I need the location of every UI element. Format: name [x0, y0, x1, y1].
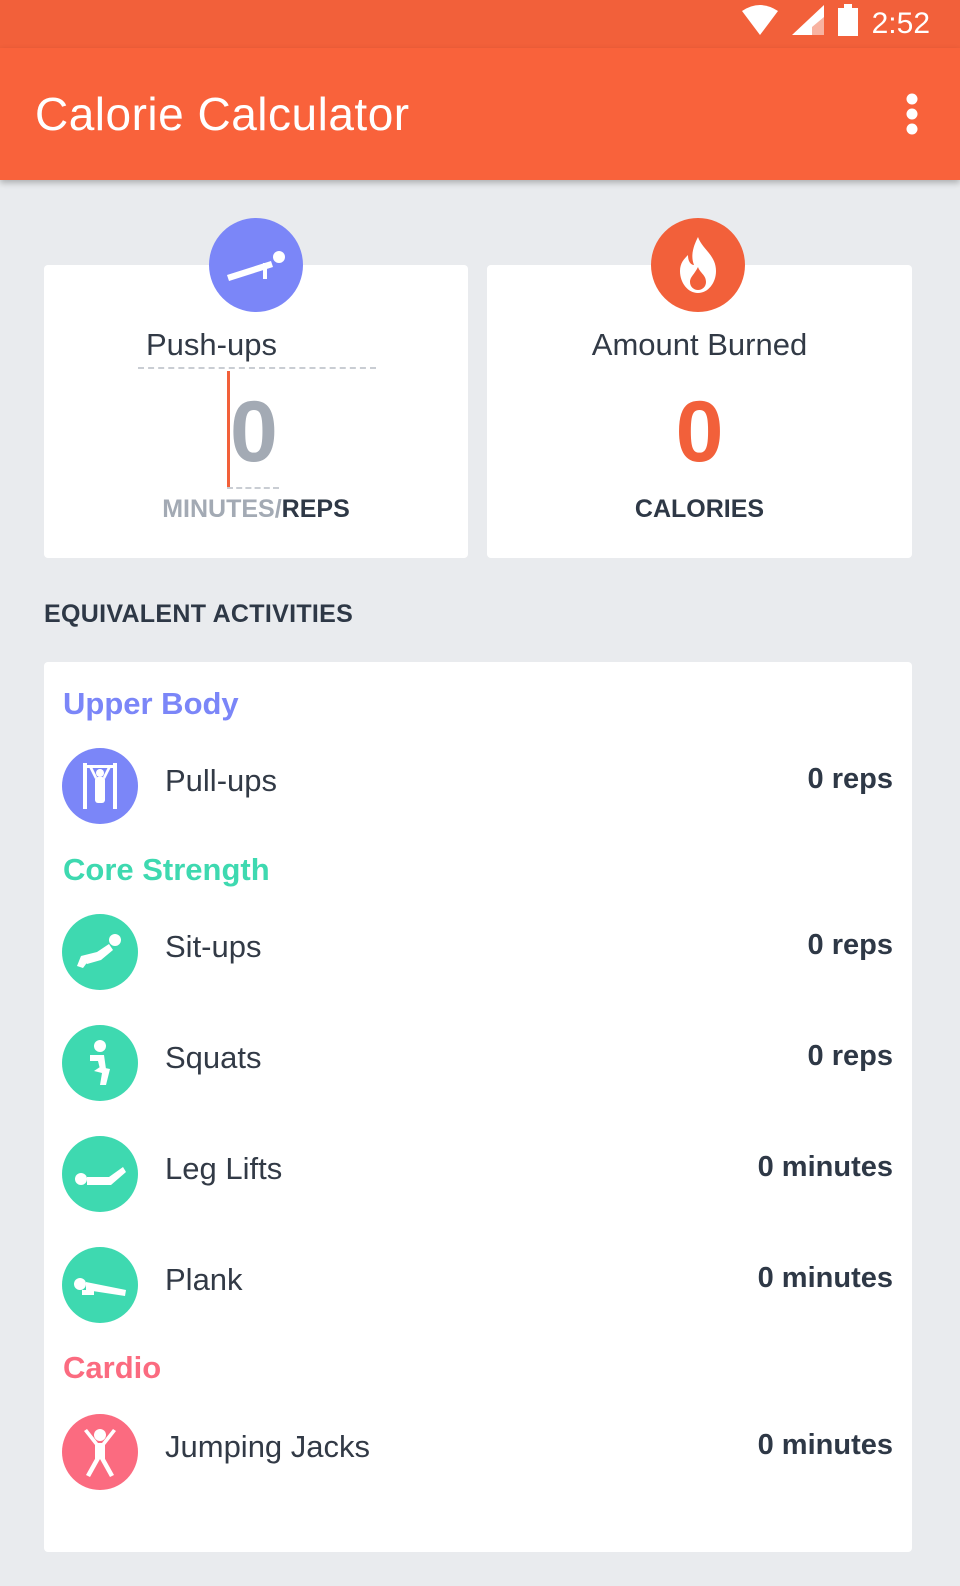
more-vert-icon	[906, 93, 918, 135]
pullup-icon	[62, 748, 138, 824]
squat-icon	[62, 1025, 138, 1101]
app-bar: Calorie Calculator	[0, 48, 960, 180]
activity-value: 0 minutes	[757, 1262, 893, 1294]
activity-value: 0 reps	[807, 763, 893, 795]
input-underline-top	[138, 367, 376, 369]
activity-name: Sit-ups	[165, 929, 262, 964]
list-item[interactable]: Leg Lifts 0 minutes	[44, 1136, 912, 1216]
section-title: EQUIVALENT ACTIVITIES	[44, 600, 354, 628]
activity-value: 0 minutes	[757, 1429, 893, 1461]
list-item[interactable]: Sit-ups 0 reps	[44, 914, 912, 994]
situp-icon	[62, 914, 138, 990]
group-title-upper-body: Upper Body	[63, 686, 239, 721]
unit-reps[interactable]: REPS	[282, 495, 350, 523]
burned-label: Amount Burned	[591, 327, 808, 362]
pushup-icon	[209, 218, 303, 312]
list-item[interactable]: Pull-ups 0 reps	[44, 748, 912, 828]
input-underline	[227, 487, 279, 489]
exercise-selector[interactable]: Push-ups	[146, 327, 277, 363]
activity-name: Plank	[165, 1262, 243, 1297]
unit-minutes[interactable]: MINUTES/	[162, 495, 281, 523]
app-title: Calorie Calculator	[35, 88, 410, 140]
list-item[interactable]: Plank 0 minutes	[44, 1247, 912, 1327]
amount-input[interactable]: 0	[230, 383, 278, 482]
list-item[interactable]: Squats 0 reps	[44, 1025, 912, 1105]
activity-name: Squats	[165, 1040, 262, 1075]
activity-value: 0 reps	[807, 1040, 893, 1072]
unit-toggle[interactable]: MINUTES/REPS	[44, 495, 468, 524]
activity-name: Pull-ups	[165, 763, 277, 798]
list-item[interactable]: Jumping Jacks 0 minutes	[44, 1414, 912, 1494]
status-bar: 2:52	[0, 0, 960, 48]
calories-unit: CALORIES	[634, 495, 765, 523]
activity-name: Jumping Jacks	[165, 1429, 371, 1464]
plank-icon	[62, 1247, 138, 1323]
battery-icon	[837, 4, 858, 44]
activity-value: 0 minutes	[757, 1151, 893, 1183]
flame-icon	[651, 218, 745, 312]
activity-name: Leg Lifts	[165, 1151, 283, 1186]
clock: 2:52	[871, 7, 930, 40]
group-title-core-strength: Core Strength	[63, 852, 270, 887]
activity-value: 0 reps	[807, 929, 893, 961]
jumping-jack-icon	[62, 1414, 138, 1490]
calories-value: 0	[675, 384, 724, 480]
group-title-cardio: Cardio	[63, 1350, 162, 1385]
wifi-icon	[741, 5, 778, 43]
activities-list: Upper Body Pull-ups 0 reps Core Strength…	[44, 662, 912, 1552]
leg-lift-icon	[62, 1136, 138, 1212]
more-options-button[interactable]	[882, 74, 942, 154]
cell-signal-icon	[791, 5, 824, 43]
